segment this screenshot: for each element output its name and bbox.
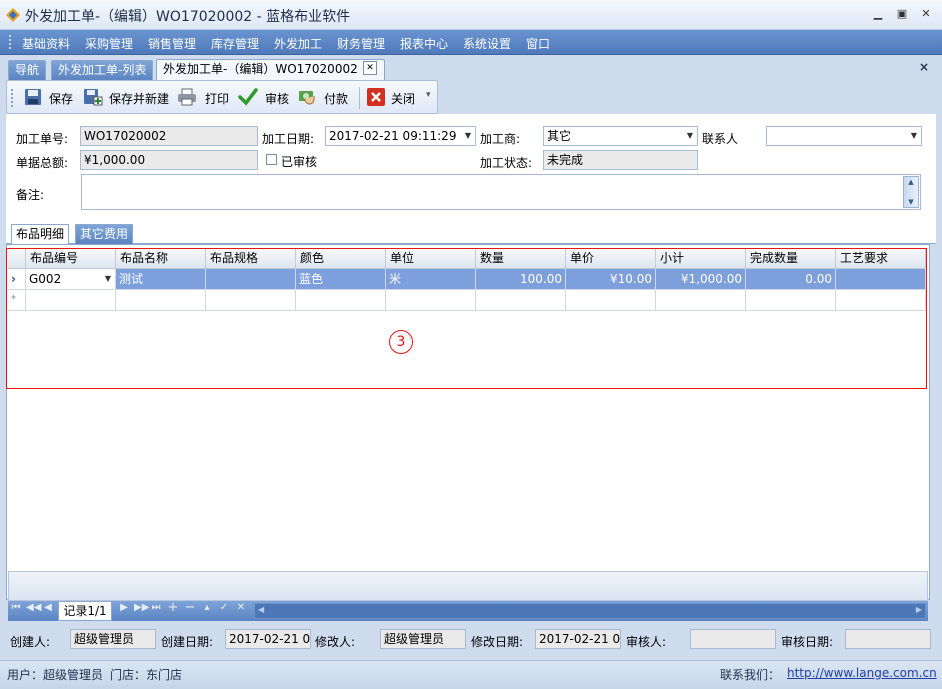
chevron-down-icon[interactable]: ▼ [911,127,917,145]
record-counter: 记录1/1 [58,601,112,621]
maximize-button[interactable]: ▣ [893,6,911,22]
tab-close-icon[interactable]: ✕ [363,61,377,75]
total-amount-field: ¥1,000.00 [80,150,258,170]
scroll-right-icon[interactable]: ▶ [916,605,922,614]
app-logo-icon [6,8,20,22]
current-store-text: 门店：东门店 [110,668,183,682]
audit-date-label: 审核日期: [781,635,834,649]
menu-window[interactable]: 窗口 [526,35,550,52]
first-page-button[interactable]: ⏮ [10,602,22,613]
status-label: 加工状态: [480,156,533,170]
close-doc-icon [367,88,385,106]
modifier-field: 超级管理员 [380,629,466,649]
creator-field: 超级管理员 [70,629,156,649]
save-new-icon [84,89,103,106]
chevron-down-icon[interactable]: ▼ [465,127,471,145]
scroll-left-icon[interactable]: ◀ [258,605,264,614]
contact-select[interactable]: ▼ [766,126,922,146]
chevron-down-icon[interactable]: ▼ [687,127,693,145]
auditor-label: 审核人: [626,635,667,649]
toolbar-grip [11,89,13,107]
panel-close-icon[interactable]: × [919,60,929,74]
tab-fabric-details[interactable]: 布品明细 [11,224,70,244]
toolbar-separator [359,87,360,109]
date-value: 2017-02-21 09:11:29 [329,129,457,143]
payment-icon [299,91,315,105]
confirm-edit-button[interactable]: ✓ [218,602,230,613]
contact-us-label: 联系我们： [720,668,781,682]
notes-label: 备注: [16,188,45,202]
edit-record-button[interactable]: ▴ [201,602,213,613]
menu-reports[interactable]: 报表中心 [400,35,448,52]
annotation-highlight-box [6,248,927,389]
total-label: 单据总额: [16,156,69,170]
minimize-button[interactable]: ▁ [869,6,887,22]
current-user-text: 用户：超级管理员 [7,668,104,682]
menu-inventory[interactable]: 库存管理 [211,35,259,52]
delete-record-button[interactable]: − [184,600,196,615]
modified-date-label: 修改日期: [471,635,524,649]
menu-finance[interactable]: 财务管理 [337,35,385,52]
tab-navigation[interactable]: 导航 [8,60,47,80]
checkmark-icon [238,88,258,106]
menu-grip [9,35,11,49]
status-field: 未完成 [543,150,698,170]
date-picker[interactable]: 2017-02-21 09:11:29 ▼ [325,126,476,146]
tab-outsourcing-list[interactable]: 外发加工单-列表 [51,60,154,80]
audited-checkbox[interactable] [266,154,277,165]
last-page-button[interactable]: ⏭ [150,602,162,613]
contact-label: 联系人 [702,132,739,146]
modifier-label: 修改人: [315,635,356,649]
date-label: 加工日期: [262,132,315,146]
menu-purchase[interactable]: 采购管理 [85,35,133,52]
vendor-select[interactable]: 其它 ▼ [543,126,698,146]
notes-scrollbar[interactable]: ▲ ▼ [903,176,919,208]
save-button[interactable]: 保存 [49,90,73,107]
menu-sales[interactable]: 销售管理 [148,35,196,52]
horizontal-scrollbar[interactable]: ◀ ▶ [254,603,926,619]
cancel-edit-button[interactable]: ✕ [235,602,247,613]
close-button[interactable]: 关闭 [391,90,415,107]
printer-icon [178,88,196,106]
menu-settings[interactable]: 系统设置 [463,35,511,52]
window-title: 外发加工单-（编辑）WO17020002 - 蓝格布业软件 [25,9,351,25]
created-date-field: 2017-02-21 09 [225,629,311,649]
add-record-button[interactable]: + [167,600,179,615]
save-and-new-button[interactable]: 保存并新建 [109,90,169,107]
tab-outsourcing-edit[interactable]: 外发加工单-（编辑）WO17020002 [156,59,385,80]
close-dropdown-icon[interactable]: ▾ [426,90,431,100]
audited-label: 已审核 [281,155,318,169]
prev-page-button[interactable]: ◀◀ [26,602,41,613]
website-link[interactable]: http://www.lange.com.cn [787,666,937,680]
prev-record-button[interactable]: ◀ [42,602,54,613]
order-no-field[interactable]: WO17020002 [80,126,258,146]
next-record-button[interactable]: ▶ [118,602,130,613]
annotation-number-badge: 3 [389,330,413,354]
tab-other-costs[interactable]: 其它费用 [75,224,134,244]
created-date-label: 创建日期: [161,635,214,649]
print-button[interactable]: 打印 [205,90,229,107]
audit-date-field [845,629,931,649]
grid-summary-footer [8,571,928,601]
audit-button[interactable]: 审核 [265,90,289,107]
notes-textarea[interactable] [81,174,921,210]
modified-date-field: 2017-02-21 09 [535,629,621,649]
next-page-button[interactable]: ▶▶ [134,602,149,613]
save-icon [25,89,41,105]
auditor-field [690,629,776,649]
order-no-label: 加工单号: [16,132,69,146]
close-window-button[interactable]: ✕ [917,6,935,22]
creator-label: 创建人: [10,635,51,649]
pay-button[interactable]: 付款 [324,90,348,107]
detail-tab-bar [6,224,936,244]
vendor-label: 加工商: [480,132,521,146]
vendor-value: 其它 [547,129,572,143]
menu-basic-data[interactable]: 基础资料 [22,35,70,52]
menu-outsourcing[interactable]: 外发加工 [274,35,322,52]
